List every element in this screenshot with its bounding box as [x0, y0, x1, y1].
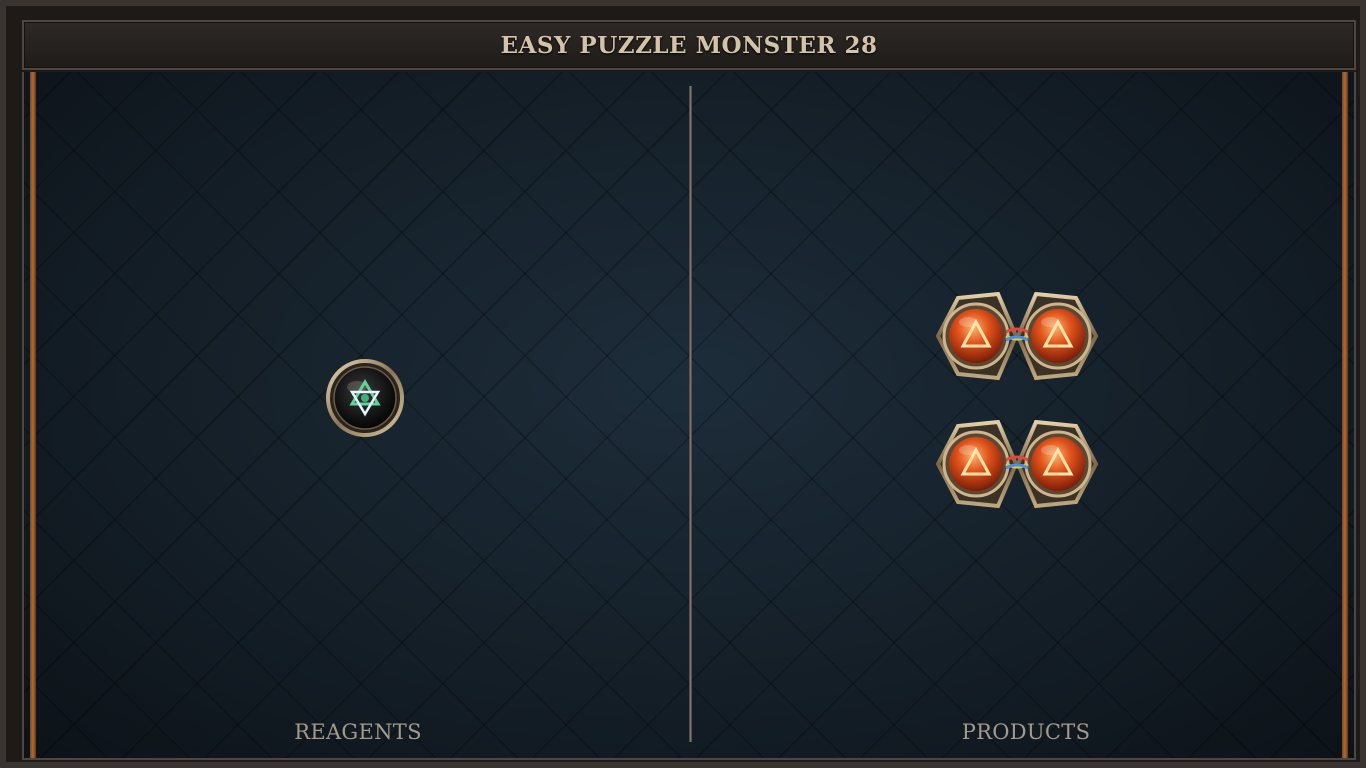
right-rail — [1342, 72, 1348, 758]
puzzle-board: REAGENTS PRODUCTS — [22, 72, 1356, 760]
reagents-label: REAGENTS — [294, 720, 422, 744]
game-frame: EASY PUZZLE MONSTER 28 REAGENTS PRODUCTS — [0, 0, 1366, 768]
panel-divider — [689, 86, 692, 742]
hexagram-icon — [326, 359, 404, 437]
fire-pair-molecule — [935, 419, 1099, 509]
product-molecule[interactable] — [934, 416, 1100, 512]
left-rail — [30, 72, 36, 758]
reagent-atom[interactable] — [326, 359, 404, 437]
fire-pair-molecule — [935, 291, 1099, 381]
title-bar: EASY PUZZLE MONSTER 28 — [22, 20, 1356, 70]
products-label: PRODUCTS — [961, 720, 1091, 744]
puzzle-title: EASY PUZZLE MONSTER 28 — [500, 31, 878, 59]
product-molecule[interactable] — [934, 288, 1100, 384]
